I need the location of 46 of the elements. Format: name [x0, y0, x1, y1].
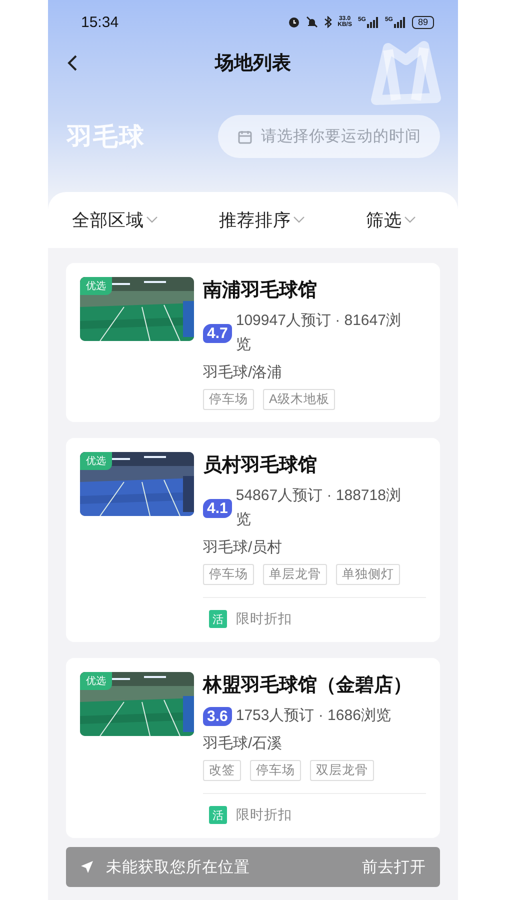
venue-name[interactable]: 南浦羽毛球馆: [203, 280, 317, 301]
filter-dropdown[interactable]: 推荐排序: [219, 208, 305, 232]
feature-tag: 单层龙骨: [263, 564, 327, 585]
rating-badge: 4.1: [203, 498, 232, 518]
feature-tag: 停车场: [203, 564, 254, 585]
toast-message: 未能获取您所在位置: [106, 858, 251, 878]
feature-tag: 单独侧灯: [336, 564, 400, 585]
battery-level: 89: [412, 16, 434, 28]
chevron-down-icon: [146, 216, 158, 224]
venue-stats: 1753人预订 · 1686浏览: [236, 706, 391, 726]
filter-dropdown[interactable]: 筛选: [366, 208, 416, 232]
feature-tag: 改签: [203, 760, 241, 781]
venue-name[interactable]: 林盟羽毛球馆（金碧店）: [203, 675, 412, 696]
location-arrow-icon: [80, 860, 94, 874]
back-chevron-icon: [66, 54, 78, 72]
venue-stats: 109947人预订 · 81647浏览: [236, 311, 402, 355]
feature-tag: A级木地板: [263, 389, 336, 410]
alarm-icon: [288, 16, 300, 28]
chevron-down-icon: [404, 216, 416, 224]
venue-name[interactable]: 员村羽毛球馆: [203, 455, 317, 476]
venue-stats: 54867人预订 · 188718浏览: [236, 486, 402, 530]
featured-badge: 优选: [80, 452, 112, 470]
signal-icon: [366, 16, 379, 28]
promo-tag: 活: [209, 806, 227, 824]
signal-icon: [394, 16, 406, 28]
page-title: 场地列表: [215, 53, 291, 74]
feature-tag: 双层龙骨: [310, 760, 374, 781]
feature-tag: 停车场: [250, 760, 301, 781]
bluetooth-icon: [324, 16, 332, 28]
promo-tag: 活: [209, 610, 227, 628]
venue-category: 羽毛球/员村: [203, 539, 282, 556]
rating-badge: 3.6: [203, 706, 232, 726]
featured-badge: 优选: [80, 672, 112, 690]
featured-badge: 优选: [80, 277, 112, 295]
feature-tag: 停车场: [203, 389, 254, 410]
venue-category: 羽毛球/石溪: [203, 735, 282, 752]
venue-category: 羽毛球/洛浦: [203, 364, 282, 381]
calendar-icon: [238, 130, 252, 144]
date-field[interactable]: 请选择你要运动的时间: [218, 115, 440, 158]
status-time: 15:34: [81, 14, 119, 30]
filter-dropdown[interactable]: 全部区域: [72, 208, 158, 232]
promo-text: 限时折扣: [236, 610, 292, 628]
promo-text: 限时折扣: [236, 806, 292, 824]
rating-badge: 4.7: [203, 324, 232, 342]
chevron-down-icon: [293, 216, 305, 224]
muted-bell-icon: [306, 16, 318, 28]
